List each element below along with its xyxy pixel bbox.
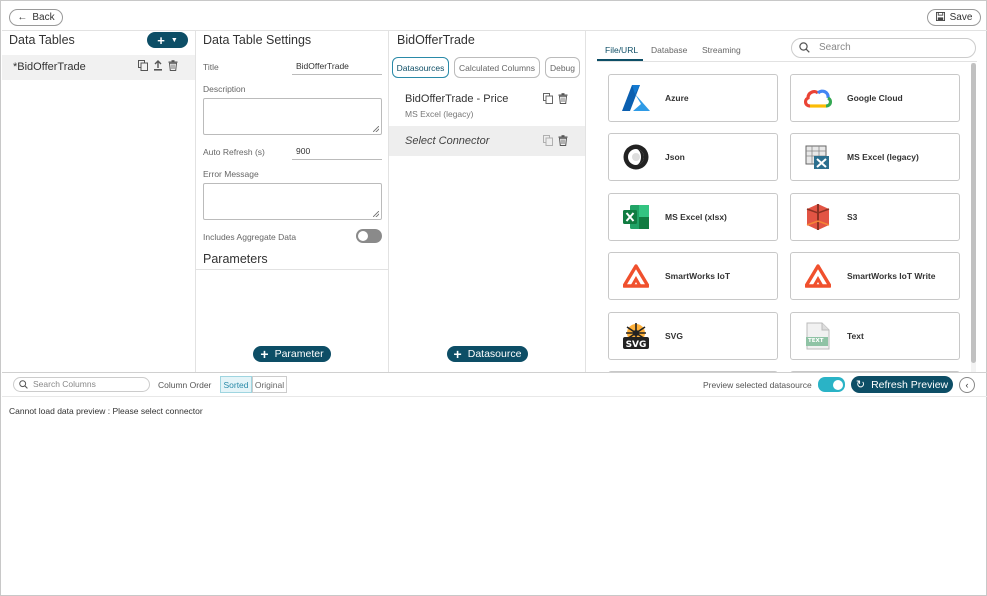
arrow-left-icon: ← — [17, 12, 28, 23]
tab-calculated-columns[interactable]: Calculated Columns — [454, 57, 540, 78]
column-order-label: Column Order — [158, 380, 212, 390]
connector-label: Azure — [665, 93, 689, 103]
back-button[interactable]: ← Back — [9, 9, 63, 26]
tab-streaming[interactable]: Streaming — [702, 45, 741, 55]
search-columns-box[interactable]: Search Columns — [13, 377, 150, 392]
parameters-title: Parameters — [203, 252, 268, 266]
aggregate-toggle[interactable] — [356, 229, 382, 243]
connector-svg[interactable]: SVG SVG — [608, 312, 778, 360]
connector-label: S3 — [847, 212, 858, 222]
excel-xlsx-icon — [621, 202, 651, 232]
add-datasource-button[interactable]: + Datasource — [447, 346, 528, 362]
search-placeholder: Search — [819, 42, 851, 53]
connector-label: MS Excel (legacy) — [847, 152, 919, 162]
plus-icon: + — [453, 346, 462, 362]
connector-scrollbar[interactable] — [971, 63, 976, 373]
connector-text[interactable]: TEXT Text — [790, 312, 960, 360]
aggregate-label: Includes Aggregate Data — [203, 232, 297, 242]
error-message-label: Error Message — [203, 169, 259, 179]
title-input[interactable]: BidOfferTrade — [292, 61, 382, 75]
connector-ms-excel-xlsx[interactable]: MS Excel (xlsx) — [608, 193, 778, 241]
tab-datasources[interactable]: Datasources — [392, 57, 449, 78]
connector-label: Json — [665, 152, 685, 162]
google-cloud-icon — [803, 83, 833, 113]
text-icon-label: TEXT — [808, 338, 824, 344]
data-table-item[interactable]: *BidOfferTrade — [2, 55, 195, 80]
connector-label: SmartWorks IoT Write — [847, 271, 936, 281]
connector-smartworks-iot[interactable]: SmartWorks IoT — [608, 252, 778, 300]
description-textarea[interactable] — [203, 98, 382, 135]
settings-title: Data Table Settings — [203, 33, 312, 47]
s3-icon — [803, 202, 833, 232]
sorted-toggle[interactable]: Sorted — [220, 376, 252, 393]
svg-icon: SVG — [621, 321, 651, 351]
smartworks-write-icon — [803, 261, 833, 291]
toggle-knob — [358, 231, 368, 241]
smartworks-icon — [621, 261, 651, 291]
connector-label: Text — [847, 331, 864, 341]
connector-label: SVG — [665, 331, 683, 341]
save-button[interactable]: Save — [927, 9, 981, 26]
caret-down-icon: ▼ — [170, 36, 178, 44]
copy-icon[interactable] — [138, 60, 148, 74]
upload-icon[interactable] — [153, 60, 163, 74]
json-icon — [621, 142, 651, 172]
description-label: Description — [203, 84, 246, 94]
tab-file-url[interactable]: File/URL — [605, 45, 638, 55]
copy-icon[interactable] — [543, 93, 553, 107]
connector-label: SmartWorks IoT — [665, 271, 731, 281]
datasource-item-selected[interactable]: Select Connector — [389, 126, 585, 156]
save-icon — [935, 11, 945, 24]
trash-icon[interactable] — [558, 93, 568, 107]
error-message-textarea[interactable] — [203, 183, 382, 220]
text-icon: TEXT — [803, 321, 833, 351]
excel-legacy-icon — [803, 142, 833, 172]
add-parameter-button[interactable]: + Parameter — [253, 346, 331, 362]
connector-label: MS Excel (xlsx) — [665, 212, 727, 222]
refresh-preview-button[interactable]: ↻ Refresh Preview — [851, 376, 953, 393]
datasource-item-name: BidOfferTrade - Price — [405, 93, 509, 105]
preview-message: Cannot load data preview : Please select… — [9, 406, 203, 416]
datasource-panel-title: BidOfferTrade — [397, 33, 475, 47]
original-toggle[interactable]: Original — [252, 376, 287, 393]
refresh-icon: ↻ — [855, 379, 866, 391]
copy-icon[interactable] — [543, 135, 553, 149]
svg-text:SVG: SVG — [626, 340, 647, 350]
trash-icon[interactable] — [558, 135, 568, 149]
connector-smartworks-iot-write[interactable]: SmartWorks IoT Write — [790, 252, 960, 300]
preview-selected-label: Preview selected datasource — [703, 380, 812, 390]
azure-icon — [621, 83, 651, 113]
auto-refresh-label: Auto Refresh (s) — [203, 147, 265, 157]
search-icon — [799, 42, 810, 56]
select-connector-label: Select Connector — [405, 135, 490, 147]
toggle-knob — [833, 379, 843, 390]
preview-selected-toggle[interactable] — [818, 377, 845, 392]
data-tables-title: Data Tables — [9, 33, 75, 47]
data-table-item-label: *BidOfferTrade — [13, 61, 86, 73]
connector-label: Google Cloud — [847, 93, 903, 103]
datasource-item-type: MS Excel (legacy) — [405, 109, 474, 119]
auto-refresh-input[interactable]: 900 — [292, 146, 382, 160]
scrollbar-thumb[interactable] — [971, 63, 976, 363]
connector-ms-excel-legacy[interactable]: MS Excel (legacy) — [790, 133, 960, 181]
collapse-chevron-icon[interactable]: ‹ — [959, 377, 975, 393]
connector-json[interactable]: Json — [608, 133, 778, 181]
add-data-table-button[interactable]: + ▼ — [147, 32, 188, 48]
search-icon — [19, 380, 28, 392]
connector-search-box[interactable]: Search — [791, 38, 976, 58]
app-frame: ← Back Save Data Tables + ▼ *BidOfferTra… — [0, 0, 987, 596]
connector-azure[interactable]: Azure — [608, 74, 778, 122]
search-columns-placeholder: Search Columns — [33, 379, 96, 389]
connector-grid: Azure Google Cloud Json MS Excel (legacy… — [597, 63, 969, 372]
plus-icon: + — [260, 346, 269, 362]
connector-google-cloud[interactable]: Google Cloud — [790, 74, 960, 122]
connector-s3[interactable]: S3 — [790, 193, 960, 241]
top-bar: ← Back Save — [2, 2, 987, 31]
tab-database[interactable]: Database — [651, 45, 687, 55]
tab-debug[interactable]: Debug — [545, 57, 580, 78]
title-label: Title — [203, 62, 219, 72]
datasource-item[interactable]: BidOfferTrade - Price MS Excel (legacy) — [389, 86, 585, 124]
trash-icon[interactable] — [168, 60, 178, 74]
